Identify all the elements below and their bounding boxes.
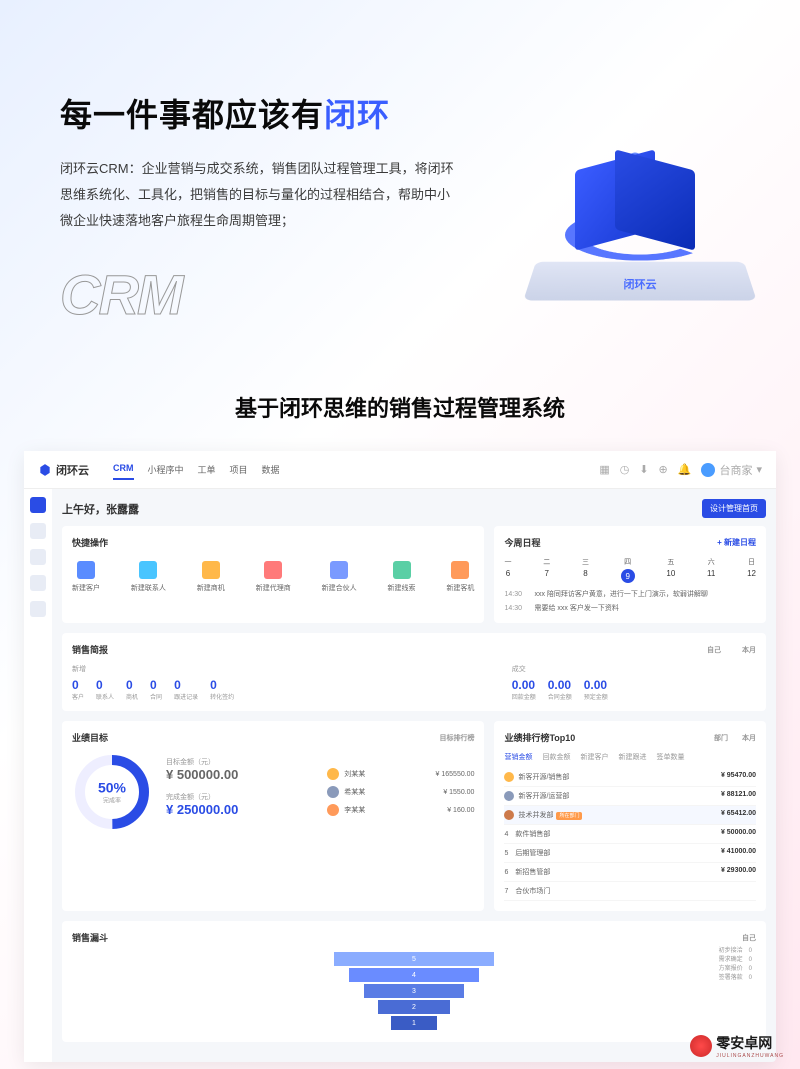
schedule-item[interactable]: 14:30需要给 xxx 客户发一下资料 — [504, 603, 756, 613]
quick-action[interactable]: 新建客户 — [72, 561, 100, 593]
rank-row: 技术并发部所在部门¥ 65412.00 — [504, 806, 756, 825]
nav-project[interactable]: 项目 — [230, 459, 248, 480]
rank-item: 李某某¥ 160.00 — [327, 801, 474, 819]
user-menu[interactable]: 台商家 ▾ — [701, 462, 762, 478]
targets-card: 业绩目标 目标排行榜 50%完成率 目标金额（元）¥ 500000.00 完成金… — [62, 721, 484, 911]
schedule-card: 今周日程 + 新建日程 一6二7三8四9五10六11日12 14:30xxx 陪… — [494, 526, 766, 623]
sidebar — [24, 489, 52, 1062]
icon-clock[interactable]: ◷ — [620, 463, 630, 476]
rank-item: 希某某¥ 1550.00 — [327, 783, 474, 801]
funnel-card: 销售漏斗自己 54321 初步接洽 0需求确定 0方案报价 0签署落款 0 — [62, 921, 766, 1042]
title-em: 闭环 — [324, 97, 390, 133]
rank-row: 5 后期管理部¥ 41000.00 — [504, 844, 756, 863]
top-nav: CRM 小程序中 工单 项目 数据 — [113, 459, 280, 480]
funnel-bar: 5 — [334, 952, 494, 966]
rank-item: 刘某某¥ 165550.00 — [327, 765, 474, 783]
qa-icon — [77, 561, 95, 579]
sidebar-item[interactable] — [30, 549, 46, 565]
cube-illustration: 闭环云 — [530, 110, 750, 310]
quick-action[interactable]: 新建线索 — [388, 561, 416, 593]
subtitle: 基于闭环思维的销售过程管理系统 — [0, 391, 800, 423]
icon-app[interactable]: ▦ — [599, 463, 609, 476]
brief-metric[interactable]: 0商机 — [126, 678, 138, 701]
quick-actions-card: 快捷操作 新建客户新建联系人新建商机新建代理商新建合伙人新建线索新建客机 — [62, 526, 484, 623]
brief-metric[interactable]: 0.00合同金额 — [548, 678, 572, 701]
rank-row: 新客开源/运营部¥ 88121.00 — [504, 787, 756, 806]
quick-action[interactable]: 新建商机 — [197, 561, 225, 593]
brief-metric[interactable]: 0转化签约 — [210, 678, 234, 701]
topbar: 闭环云 CRM 小程序中 工单 项目 数据 ▦ ◷ ⬇ ⊕ 🔔 台商家 ▾ — [24, 451, 776, 489]
qa-icon — [139, 561, 157, 579]
rank-avatar-icon — [327, 804, 339, 816]
quick-action[interactable]: 新建客机 — [446, 561, 474, 593]
dashboard-screenshot: 闭环云 CRM 小程序中 工单 项目 数据 ▦ ◷ ⬇ ⊕ 🔔 台商家 ▾ — [24, 451, 776, 1062]
funnel-bar: 2 — [378, 1000, 450, 1014]
brief-metric[interactable]: 0.00回款金额 — [512, 678, 536, 701]
brand-icon — [38, 463, 52, 477]
calendar-day[interactable]: 一6 — [504, 557, 511, 583]
platform-logo-text: 闭环云 — [624, 276, 657, 292]
calendar-day[interactable]: 六11 — [707, 557, 715, 583]
qa-icon — [202, 561, 220, 579]
rank-row: 新客开源/销售部¥ 95470.00 — [504, 768, 756, 787]
sidebar-workspace[interactable] — [30, 497, 46, 513]
calendar-day[interactable]: 日12 — [747, 557, 756, 583]
qa-icon — [264, 561, 282, 579]
quick-action[interactable]: 新建合伙人 — [322, 561, 357, 593]
schedule-item[interactable]: 14:30xxx 陪同拜访客户黄意，进行一下上门演示，软弱讲解聊 — [504, 589, 756, 599]
donut-chart: 50%完成率 — [72, 752, 152, 832]
greeting-text: 上午好，张露露 — [62, 501, 139, 517]
qa-icon — [393, 561, 411, 579]
funnel-bar: 3 — [364, 984, 464, 998]
brief-metric[interactable]: 0.00预定金额 — [584, 678, 608, 701]
rank-avatar-icon — [327, 768, 339, 780]
icon-download[interactable]: ⬇ — [639, 463, 648, 476]
brief-metric[interactable]: 0客户 — [72, 678, 84, 701]
quick-action[interactable]: 新建联系人 — [131, 561, 166, 593]
sidebar-item[interactable] — [30, 523, 46, 539]
funnel-bar: 1 — [391, 1016, 437, 1030]
icon-cart[interactable]: ⊕ — [659, 463, 668, 476]
calendar-day[interactable]: 五10 — [666, 557, 675, 583]
calendar-day[interactable]: 四9 — [621, 557, 635, 583]
watermark-logo-icon — [690, 1035, 712, 1057]
nav-data[interactable]: 数据 — [262, 459, 280, 480]
qa-icon — [330, 561, 348, 579]
nav-miniapp[interactable]: 小程序中 — [148, 459, 184, 480]
rank-row: 7 合伙市场门 — [504, 882, 756, 901]
brief-card: 销售简报 自己 本月 新增 0客户0联系人0商机0合同0跟进记录0转化签约 成交… — [62, 633, 766, 711]
brief-metric[interactable]: 0联系人 — [96, 678, 114, 701]
calendar-day[interactable]: 二7 — [543, 557, 550, 583]
funnel-bar: 4 — [349, 968, 479, 982]
rank-avatar-icon — [327, 786, 339, 798]
sidebar-item[interactable] — [30, 575, 46, 591]
avatar-icon — [701, 463, 715, 477]
design-home-button[interactable]: 设计管理首页 — [702, 499, 766, 518]
rank-tab[interactable]: 新建客户 — [580, 752, 608, 762]
rank-tab[interactable]: 回款金额 — [542, 752, 570, 762]
nav-ticket[interactable]: 工单 — [198, 459, 216, 480]
sidebar-item[interactable] — [30, 601, 46, 617]
icon-bell[interactable]: 🔔 — [678, 463, 692, 476]
rank-tab[interactable]: 签单数量 — [656, 752, 684, 762]
rank-tab[interactable]: 营销金额 — [504, 752, 532, 762]
rank-row: 6 新招售管部¥ 29300.00 — [504, 863, 756, 882]
qa-icon — [451, 561, 469, 579]
chevron-down-icon: ▾ — [756, 463, 762, 476]
title-pre: 每一件事都应该有 — [60, 97, 324, 133]
rank-top10-card: 业绩排行榜Top10部门 本月 营销金额回款金额新建客户新建跟进签单数量 新客开… — [494, 721, 766, 911]
brand-logo[interactable]: 闭环云 — [38, 462, 89, 478]
rank-row: 4 款件销售部¥ 50000.00 — [504, 825, 756, 844]
add-schedule-button[interactable]: + 新建日程 — [717, 537, 756, 548]
watermark: 零安卓网 JIULINGANZHUWANG — [690, 1033, 784, 1059]
brief-metric[interactable]: 0合同 — [150, 678, 162, 701]
quick-action[interactable]: 新建代理商 — [256, 561, 291, 593]
nav-crm[interactable]: CRM — [113, 459, 134, 480]
brief-metric[interactable]: 0跟进记录 — [174, 678, 198, 701]
rank-tab[interactable]: 新建跟进 — [618, 752, 646, 762]
hero-description: 闭环云CRM：企业营销与成交系统，销售团队过程管理工具，将闭环思维系统化、工具化… — [60, 156, 460, 234]
calendar-day[interactable]: 三8 — [582, 557, 589, 583]
